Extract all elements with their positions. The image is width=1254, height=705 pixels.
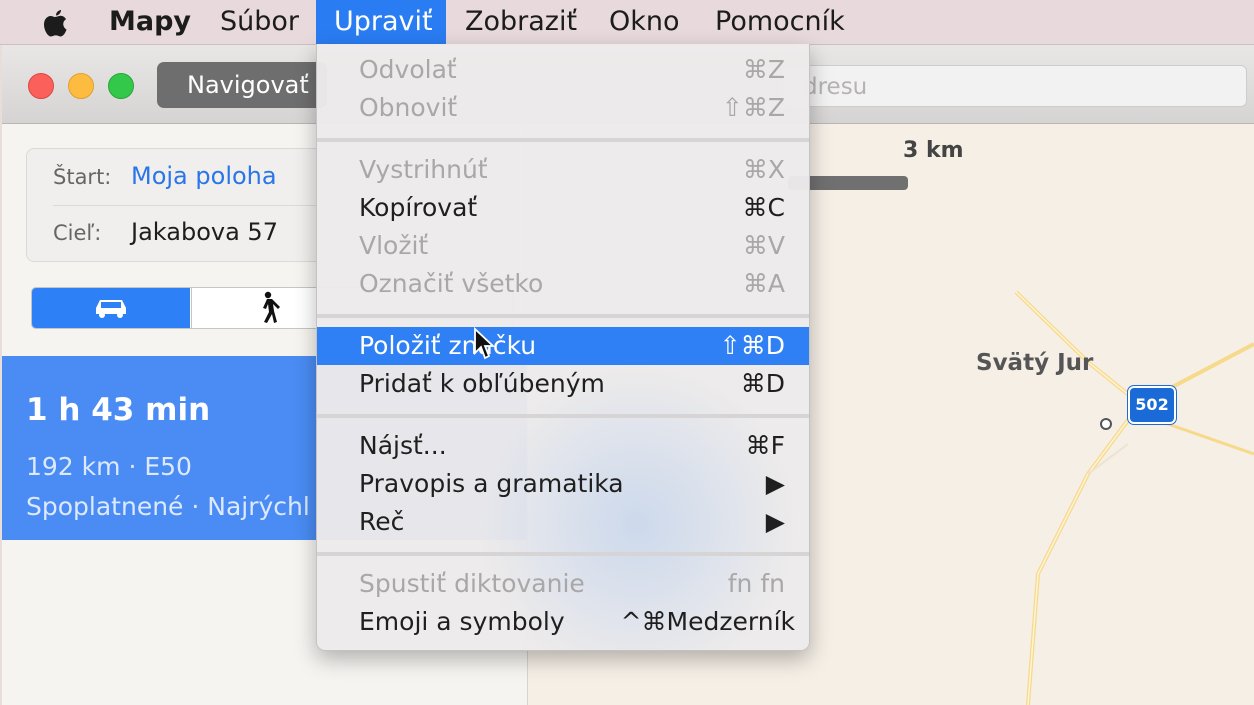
mouse-cursor-icon: [474, 327, 495, 360]
menu-item-redo[interactable]: Obnoviť ⇧⌘Z: [317, 89, 809, 127]
road-shield: 502: [1128, 386, 1176, 424]
menu-item-add-favorite[interactable]: Pridať k obľúbeným ⌘D: [317, 365, 809, 403]
menu-item-speech[interactable]: Reč ▶: [317, 503, 809, 541]
start-field[interactable]: Moja poloha: [131, 162, 277, 190]
menu-separator: [317, 552, 809, 556]
menu-separator: [317, 414, 809, 418]
menu-item-label: Spustiť diktovanie: [359, 569, 585, 598]
menu-item-label: Položiť značku: [359, 331, 537, 360]
menu-item-spelling[interactable]: Pravopis a gramatika ▶: [317, 465, 809, 503]
menu-item-label: Nájsť...: [359, 431, 447, 460]
menu-item-label: Kopírovať: [359, 193, 478, 222]
menu-pomocnik[interactable]: Pomocník: [697, 0, 863, 44]
route-distance: 192 km · E50: [26, 452, 192, 481]
menu-item-shortcut: ^⌘Medzerník: [620, 607, 795, 636]
menu-item-undo[interactable]: Odvolať ⌘Z: [317, 51, 809, 89]
menu-item-find[interactable]: Nájsť... ⌘F: [317, 427, 809, 465]
menu-item-shortcut: ⌘A: [742, 269, 785, 298]
place-label[interactable]: Svätý Jur: [976, 350, 1093, 376]
menu-upravit[interactable]: Upraviť: [316, 0, 446, 44]
submenu-arrow-icon: ▶: [765, 507, 785, 536]
menu-item-start-dictation[interactable]: Spustiť diktovanie fn fn: [317, 565, 809, 603]
menu-item-cut[interactable]: Vystrihnúť ⌘X: [317, 151, 809, 189]
menu-item-shortcut: ⌘D: [740, 369, 785, 398]
menu-separator: [317, 138, 809, 142]
menu-item-label: Označiť všetko: [359, 269, 544, 298]
car-icon: [96, 300, 126, 318]
driving-mode-tab[interactable]: [32, 288, 190, 328]
menu-zobrazit[interactable]: Zobraziť: [447, 0, 595, 44]
menu-bar: Mapy Súbor Upraviť Zobraziť Okno Pomocní…: [0, 0, 1254, 45]
menu-item-shortcut: ⌘C: [742, 193, 785, 222]
menu-separator: [317, 314, 809, 318]
menu-okno[interactable]: Okno: [591, 0, 698, 44]
menu-item-label: Emoji a symboly: [359, 607, 565, 636]
menu-item-emoji-symbols[interactable]: Emoji a symboly ^⌘Medzerník: [317, 603, 809, 641]
menu-item-shortcut: ⌘X: [742, 155, 785, 184]
menu-item-drop-pin[interactable]: Položiť značku ⇧⌘D: [317, 327, 809, 365]
apple-icon[interactable]: [40, 6, 70, 38]
menu-item-label: Reč: [359, 507, 405, 536]
map-scale-label: 3 km: [903, 138, 964, 163]
menu-item-label: Odvolať: [359, 55, 457, 84]
menu-item-shortcut: ⌘Z: [742, 55, 785, 84]
navigate-button[interactable]: Navigovať: [157, 62, 327, 108]
menu-item-copy[interactable]: Kopírovať ⌘C: [317, 189, 809, 227]
menu-mapy[interactable]: Mapy: [91, 0, 209, 44]
route-details: Spoplatnené · Najrýchl: [26, 492, 310, 521]
menu-item-shortcut: ⌘V: [742, 231, 785, 260]
zoom-window-button[interactable]: [108, 73, 134, 99]
search-field[interactable]: dresu: [782, 65, 1247, 107]
close-window-button[interactable]: [28, 73, 54, 99]
menu-item-shortcut: fn fn: [727, 569, 785, 598]
menu-item-shortcut: ⌘F: [745, 431, 785, 460]
menu-item-label: Vložiť: [359, 231, 429, 260]
submenu-arrow-icon: ▶: [765, 469, 785, 498]
menu-item-label: Pravopis a gramatika: [359, 469, 624, 498]
destination-field[interactable]: Jakabova 57: [131, 218, 278, 246]
menu-item-paste[interactable]: Vložiť ⌘V: [317, 227, 809, 265]
start-label: Štart:: [53, 165, 112, 189]
menu-item-shortcut: ⇧⌘D: [719, 331, 785, 360]
destination-label: Cieľ:: [53, 221, 102, 245]
route-duration: 1 h 43 min: [26, 392, 211, 428]
menu-item-label: Vystrihnúť: [359, 155, 488, 184]
menu-item-select-all[interactable]: Označiť všetko ⌘A: [317, 265, 809, 303]
menu-subor[interactable]: Súbor: [202, 0, 317, 44]
menu-item-label: Pridať k obľúbeným: [359, 369, 605, 398]
menu-item-label: Obnoviť: [359, 93, 458, 122]
edit-menu-dropdown: Odvolať ⌘Z Obnoviť ⇧⌘Z Vystrihnúť ⌘X Kop…: [316, 44, 810, 651]
menu-item-shortcut: ⇧⌘Z: [721, 93, 785, 122]
minimize-window-button[interactable]: [68, 73, 94, 99]
